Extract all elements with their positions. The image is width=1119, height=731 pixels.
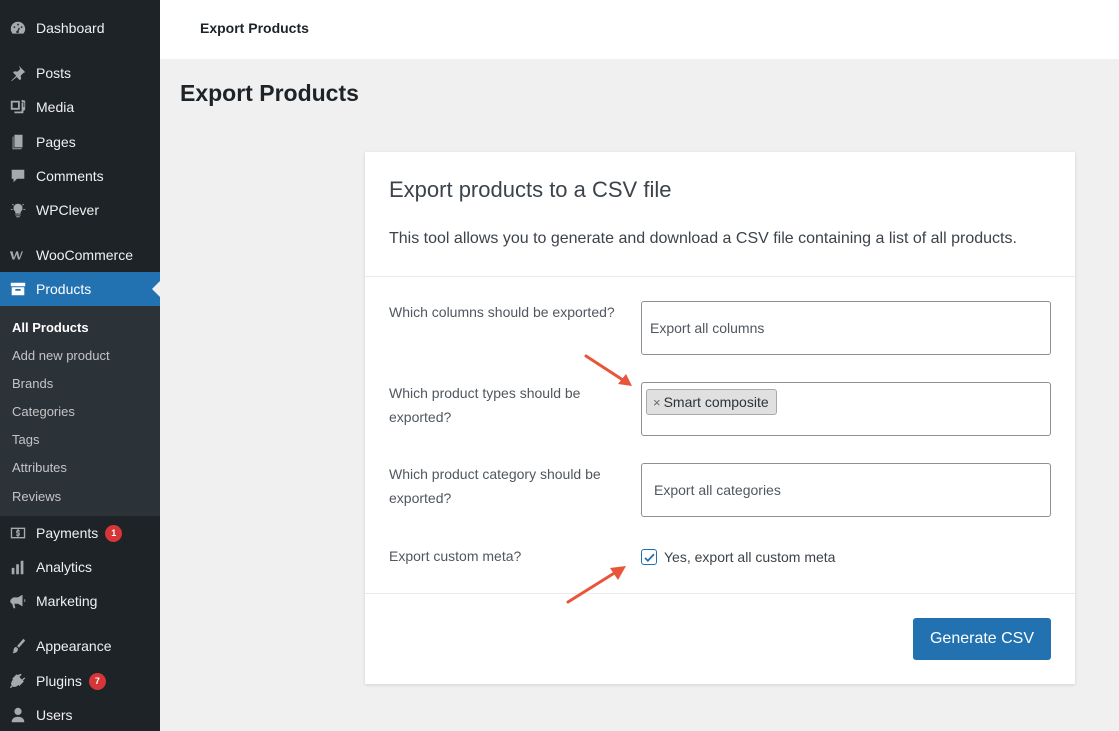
tag-label: Smart composite	[663, 394, 769, 410]
admin-sidebar: Dashboard Posts Media Pages Comments WPC…	[0, 0, 160, 731]
megaphone-icon	[8, 591, 28, 611]
menu-marketing[interactable]: Marketing	[0, 584, 160, 618]
menu-posts-label: Posts	[36, 65, 72, 81]
product-types-select[interactable]: × Smart composite	[641, 382, 1051, 436]
menu-comments[interactable]: Comments	[0, 159, 160, 193]
category-label: Which product category should be exporte…	[389, 466, 601, 506]
menu-users[interactable]: Users	[0, 698, 160, 731]
columns-select[interactable]: Export all columns	[641, 301, 1051, 355]
menu-products[interactable]: Products	[0, 272, 160, 306]
card-description: This tool allows you to generate and dow…	[389, 230, 1017, 247]
export-card: Export products to a CSV file This tool …	[365, 152, 1075, 684]
menu-wpclever[interactable]: WPClever	[0, 193, 160, 227]
menu-products-label: Products	[36, 281, 92, 297]
dashboard-icon	[8, 18, 28, 38]
remove-tag-icon[interactable]: ×	[653, 395, 661, 410]
card-title: Export products to a CSV file	[389, 177, 672, 202]
menu-pages[interactable]: Pages	[0, 125, 160, 159]
menu-pages-label: Pages	[36, 134, 76, 150]
archive-icon	[8, 279, 28, 299]
brush-icon	[8, 636, 28, 656]
header-title: Export Products	[200, 20, 309, 36]
menu-plugins[interactable]: Plugins 7	[0, 664, 160, 698]
selected-type-tag[interactable]: × Smart composite	[646, 389, 777, 415]
submenu-add-new-product[interactable]: Add new product	[12, 348, 110, 363]
plugins-count-badge: 7	[88, 672, 106, 690]
menu-payments-label: Payments	[36, 525, 99, 541]
menu-wpclever-label: WPClever	[36, 202, 100, 218]
columns-label: Which columns should be exported?	[389, 304, 615, 320]
menu-dashboard[interactable]: Dashboard	[0, 11, 160, 45]
menu-marketing-label: Marketing	[36, 593, 98, 609]
annotation-arrow-meta	[566, 566, 626, 604]
category-placeholder: Export all categories	[654, 482, 781, 498]
comment-icon	[8, 166, 28, 186]
lightbulb-icon	[8, 200, 28, 220]
plugin-icon	[8, 671, 28, 691]
custom-meta-checkbox[interactable]	[641, 549, 657, 565]
page-title: Export Products	[180, 80, 359, 106]
submenu-brands[interactable]: Brands	[12, 376, 53, 391]
footer-divider	[365, 593, 1075, 594]
media-icon	[8, 97, 28, 117]
menu-plugins-label: Plugins	[36, 673, 82, 689]
submenu-all-products[interactable]: All Products	[12, 320, 89, 335]
submenu-categories[interactable]: Categories	[12, 404, 75, 419]
menu-analytics[interactable]: Analytics	[0, 550, 160, 584]
woo-icon	[8, 245, 28, 265]
columns-placeholder: Export all columns	[650, 320, 765, 336]
checkmark-icon	[643, 553, 655, 562]
menu-users-label: Users	[36, 707, 73, 723]
menu-analytics-label: Analytics	[36, 559, 93, 575]
payments-count-badge: 1	[105, 524, 123, 542]
menu-appearance[interactable]: Appearance	[0, 629, 160, 663]
menu-media[interactable]: Media	[0, 90, 160, 124]
menu-media-label: Media	[36, 99, 75, 115]
menu-dashboard-label: Dashboard	[36, 20, 105, 36]
menu-payments[interactable]: Payments 1	[0, 516, 160, 550]
annotation-arrow-types	[584, 354, 632, 386]
submenu-tags[interactable]: Tags	[12, 432, 39, 447]
chart-bar-icon	[8, 557, 28, 577]
menu-woocommerce-label: WooCommerce	[36, 247, 133, 263]
products-submenu: All Products Add new product Brands Cate…	[0, 306, 160, 516]
menu-appearance-label: Appearance	[36, 638, 112, 654]
pages-icon	[8, 132, 28, 152]
submenu-attributes[interactable]: Attributes	[12, 460, 67, 475]
menu-comments-label: Comments	[36, 168, 104, 184]
menu-posts[interactable]: Posts	[0, 56, 160, 90]
menu-woocommerce[interactable]: WooCommerce	[0, 238, 160, 272]
pin-icon	[8, 63, 28, 83]
header-divider	[365, 276, 1075, 277]
user-icon	[8, 705, 28, 725]
category-select[interactable]: Export all categories	[641, 463, 1051, 517]
submenu-reviews[interactable]: Reviews	[12, 489, 61, 504]
payments-icon	[8, 523, 28, 543]
top-header-bar: Export Products	[160, 0, 1119, 59]
custom-meta-checkbox-label[interactable]: Yes, export all custom meta	[664, 549, 835, 565]
generate-csv-button[interactable]: Generate CSV	[913, 618, 1051, 660]
